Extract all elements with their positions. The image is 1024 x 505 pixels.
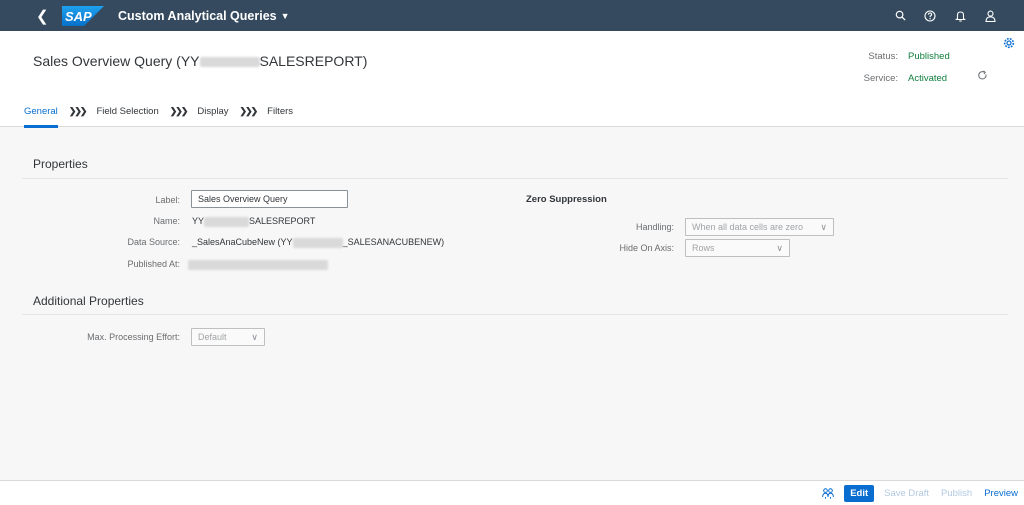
name-label: Name: [153,216,180,226]
chevron-down-icon: ∨ [251,331,258,342]
max-processing-effort-select[interactable]: Default ∨ [191,328,265,346]
sap-logo-text: SAP [65,9,92,24]
step-chevron-icon: ❯❯❯ [169,105,189,116]
personalization-settings-icon[interactable] [1003,36,1015,54]
status-value: Published [908,50,950,62]
handling-select-value: When all data cells are zero [692,222,804,232]
sap-logo[interactable]: SAP [62,5,104,26]
redacted-text [204,216,250,227]
step-chevron-icon: ❯❯❯ [239,105,259,116]
chevron-down-icon: ∨ [776,242,783,253]
footer-toolbar: Edit Save Draft Publish Preview [0,480,1024,505]
name-value: YY SALESREPORT [192,216,315,227]
app-title: Custom Analytical Queries [118,8,277,23]
collaboration-icon[interactable] [822,487,835,499]
handling-select[interactable]: When all data cells are zero ∨ [685,218,834,236]
shell-bar: ❮ SAP Custom Analytical Queries ▼ [0,0,1024,31]
title-suffix: SALESREPORT) [259,53,368,69]
published-at-value [188,259,328,270]
published-at-label: Published At: [127,259,180,269]
handling-label: Handling: [635,222,674,232]
user-profile-icon[interactable] [984,10,996,22]
zero-suppression-title: Zero Suppression [526,194,607,205]
label-input-value: Sales Overview Query [198,194,288,204]
tab-field-selection[interactable]: Field Selection [96,96,158,127]
data-source-label: Data Source: [127,237,180,247]
notification-bell-icon[interactable] [954,10,966,22]
service-label: Service: [863,72,898,84]
preview-button[interactable]: Preview [982,488,1020,499]
label-field-label: Label: [155,195,180,205]
name-suffix: SALESREPORT [249,216,316,226]
status-block: Status: Published Service: Activated [864,45,950,89]
redacted-text [292,237,343,248]
additional-properties-section-title: Additional Properties [33,294,144,308]
max-processing-effort-label: Max. Processing Effort: [87,332,180,342]
page-title: Sales Overview Query (YY SALESREPORT) [33,53,367,69]
data-source-prefix: _SalesAnaCubeNew (YY [192,237,293,247]
redacted-text [199,57,260,68]
tab-filters[interactable]: Filters [267,96,293,127]
section-divider [22,314,1008,315]
service-value: Activated [908,72,948,84]
hide-on-axis-select-value: Rows [692,243,715,253]
label-input[interactable]: Sales Overview Query [191,190,348,208]
tab-display[interactable]: Display [197,96,228,127]
hide-on-axis-select[interactable]: Rows ∨ [685,239,790,257]
name-prefix: YY [192,216,205,226]
hide-on-axis-label: Hide On Axis: [619,243,674,253]
data-source-suffix: _SALESANACUBENEW) [342,237,445,247]
step-chevron-icon: ❯❯❯ [68,105,88,116]
max-processing-effort-value: Default [198,332,227,342]
search-icon[interactable] [894,10,906,22]
data-source-value: _SalesAnaCubeNew (YY _SALESANACUBENEW) [192,237,444,248]
save-draft-button[interactable]: Save Draft [882,488,931,499]
tab-bar: General ❯❯❯ Field Selection ❯❯❯ Display … [0,96,1024,128]
chevron-down-icon: ∨ [820,221,827,232]
object-header: Sales Overview Query (YY SALESREPORT) Sta… [0,31,1024,96]
back-icon[interactable]: ❮ [36,7,56,25]
tab-general[interactable]: General [24,96,58,128]
refresh-icon[interactable] [977,68,988,86]
app-title-menu[interactable]: Custom Analytical Queries ▼ [118,9,290,23]
caret-down-icon: ▼ [280,10,290,21]
edit-button[interactable]: Edit [844,484,875,502]
status-label: Status: [868,50,898,62]
publish-button[interactable]: Publish [939,488,974,499]
properties-section-title: Properties [33,157,88,171]
section-divider [22,178,1008,179]
redacted-text [188,259,328,270]
title-prefix: Sales Overview Query (YY [33,53,200,69]
help-icon[interactable] [924,9,936,22]
